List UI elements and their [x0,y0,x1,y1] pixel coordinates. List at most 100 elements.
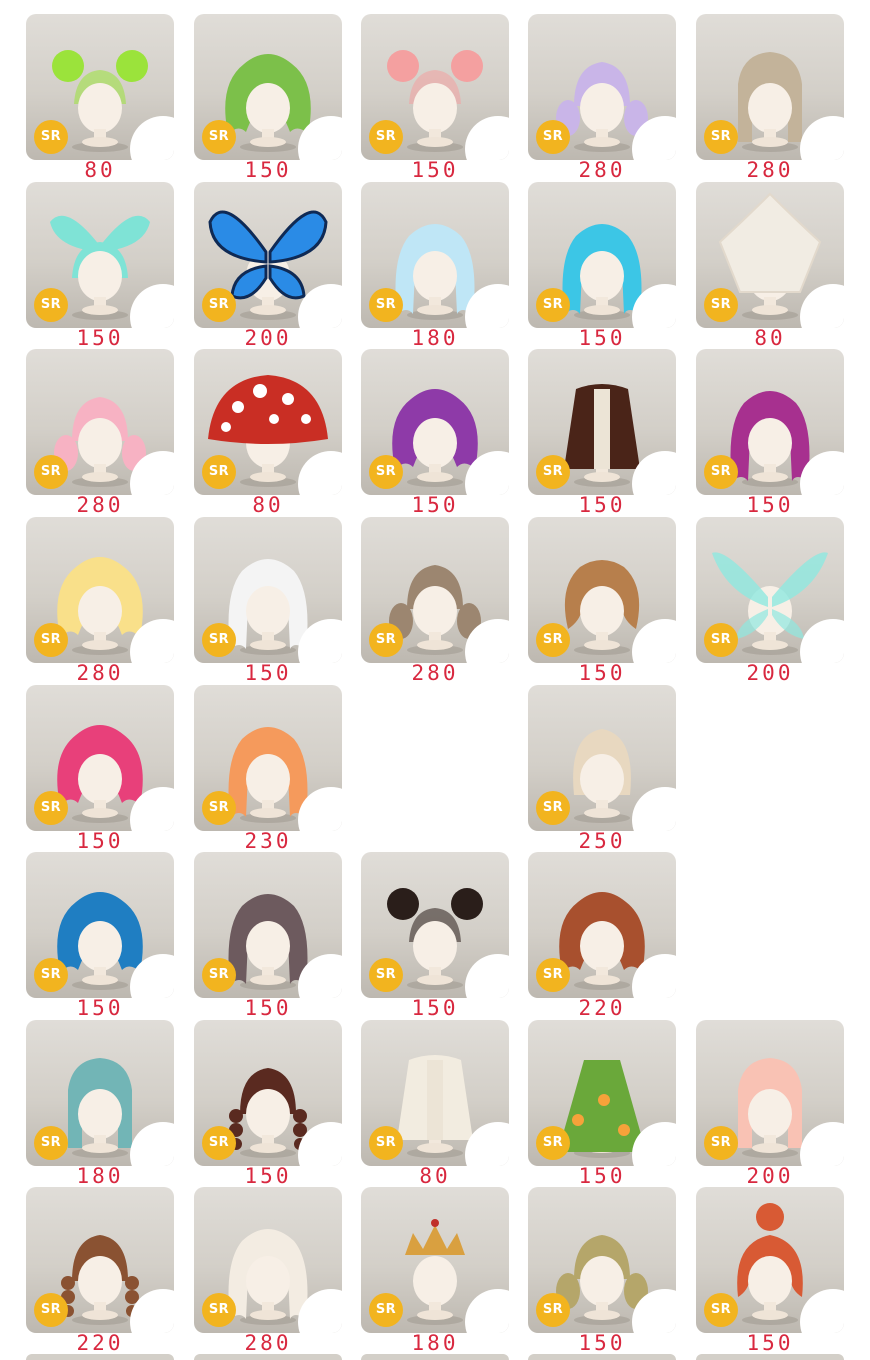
item-card[interactable]: SR [194,1020,342,1166]
item-cell[interactable]: SR 150 [696,1187,844,1354]
item-price: 80 [754,326,786,350]
item-cell[interactable]: SR 150 [194,517,342,684]
item-card[interactable]: SR [696,349,844,495]
item-price: 80 [252,493,284,517]
item-cell[interactable]: SR 150 [194,14,342,181]
item-card-partial[interactable] [26,1354,174,1360]
item-card[interactable]: SR [528,517,676,663]
item-card[interactable]: SR [696,182,844,328]
item-card[interactable]: SR [361,1020,509,1166]
item-card[interactable]: SR [528,1020,676,1166]
rarity-badge: SR [202,958,236,992]
item-card[interactable]: SR [194,349,342,495]
item-card[interactable]: SR [696,1020,844,1166]
item-card[interactable]: SR [528,14,676,160]
rarity-badge: SR [369,1293,403,1327]
item-card[interactable]: SR [194,182,342,328]
item-card[interactable]: SR [26,685,174,831]
item-card[interactable]: SR [361,182,509,328]
item-cell[interactable]: SR 150 [696,349,844,516]
item-cell[interactable]: SR 150 [528,1187,676,1354]
item-card[interactable]: SR [696,14,844,160]
item-price: 150 [244,996,292,1020]
item-cell[interactable]: SR 280 [26,517,174,684]
rarity-badge: SR [536,288,570,322]
item-card[interactable]: SR [26,182,174,328]
item-cell[interactable]: SR 150 [361,349,509,516]
rarity-badge: SR [34,791,68,825]
item-cell[interactable]: SR 280 [528,14,676,181]
item-cell[interactable]: SR 80 [696,182,844,349]
item-cell[interactable]: SR 200 [696,517,844,684]
rarity-badge: SR [536,120,570,154]
rarity-badge: SR [536,1126,570,1160]
item-cell[interactable]: SR 150 [528,182,676,349]
item-card[interactable]: SR [26,1187,174,1333]
item-price: 180 [76,1164,124,1188]
item-card[interactable]: SR [696,1187,844,1333]
item-card[interactable]: SR [194,852,342,998]
rarity-badge: SR [536,791,570,825]
item-card-partial[interactable] [528,1354,676,1360]
item-cell[interactable]: SR 150 [26,852,174,1019]
item-price: 220 [578,996,626,1020]
item-card[interactable]: SR [26,517,174,663]
item-cell[interactable]: SR 220 [26,1187,174,1354]
item-card-partial[interactable] [361,1354,509,1360]
item-cell[interactable]: SR 280 [696,14,844,181]
item-card[interactable]: SR [528,182,676,328]
rarity-badge: SR [369,1126,403,1160]
item-card[interactable]: SR [194,517,342,663]
item-cell[interactable]: SR 220 [528,852,676,1019]
item-cell[interactable]: SR 150 [194,1020,342,1187]
item-cell[interactable]: SR 280 [194,1187,342,1354]
rarity-badge: SR [202,1126,236,1160]
item-cell[interactable]: SR 80 [26,14,174,181]
item-card[interactable]: SR [26,349,174,495]
item-cell[interactable]: SR 200 [194,182,342,349]
item-price: 80 [419,1164,451,1188]
item-cell[interactable]: SR 200 [696,1020,844,1187]
rarity-badge: SR [536,623,570,657]
item-cell[interactable]: SR 280 [361,517,509,684]
item-card[interactable]: SR [26,14,174,160]
item-card[interactable]: SR [194,14,342,160]
item-cell[interactable]: SR 150 [26,685,174,852]
item-card[interactable]: SR [361,349,509,495]
item-card[interactable]: SR [528,1187,676,1333]
item-cell[interactable]: SR 150 [194,852,342,1019]
item-card[interactable]: SR [26,1020,174,1166]
item-cell[interactable]: SR 150 [528,517,676,684]
item-cell[interactable]: SR 150 [528,349,676,516]
item-cell[interactable]: SR 180 [26,1020,174,1187]
item-card[interactable]: SR [528,852,676,998]
item-price: 200 [746,661,794,685]
item-card[interactable]: SR [361,517,509,663]
item-card[interactable]: SR [26,852,174,998]
item-cell[interactable]: SR 80 [194,349,342,516]
item-card[interactable]: SR [528,349,676,495]
rarity-badge: SR [704,455,738,489]
item-cell[interactable]: SR 280 [26,349,174,516]
item-grid: SR 80 SR 150 SR 150 SR 280 SR 280 SR 150 SR 200 SR… [0,0,870,1360]
item-cell[interactable]: SR 250 [528,685,676,852]
item-card-partial[interactable] [696,1354,844,1360]
item-cell[interactable]: SR 150 [361,852,509,1019]
item-cell[interactable]: SR 230 [194,685,342,852]
item-cell[interactable]: SR 180 [361,182,509,349]
item-card[interactable]: SR [194,685,342,831]
item-card[interactable]: SR [528,685,676,831]
item-card[interactable]: SR [696,517,844,663]
item-card[interactable]: SR [361,14,509,160]
item-card[interactable]: SR [361,1187,509,1333]
rarity-badge: SR [34,120,68,154]
item-cell[interactable]: SR 150 [26,182,174,349]
item-card-partial[interactable] [194,1354,342,1360]
item-price: 150 [578,493,626,517]
item-cell[interactable]: SR 150 [528,1020,676,1187]
item-card[interactable]: SR [361,852,509,998]
item-cell[interactable]: SR 80 [361,1020,509,1187]
item-card[interactable]: SR [194,1187,342,1333]
item-cell[interactable]: SR 180 [361,1187,509,1354]
item-cell[interactable]: SR 150 [361,14,509,181]
